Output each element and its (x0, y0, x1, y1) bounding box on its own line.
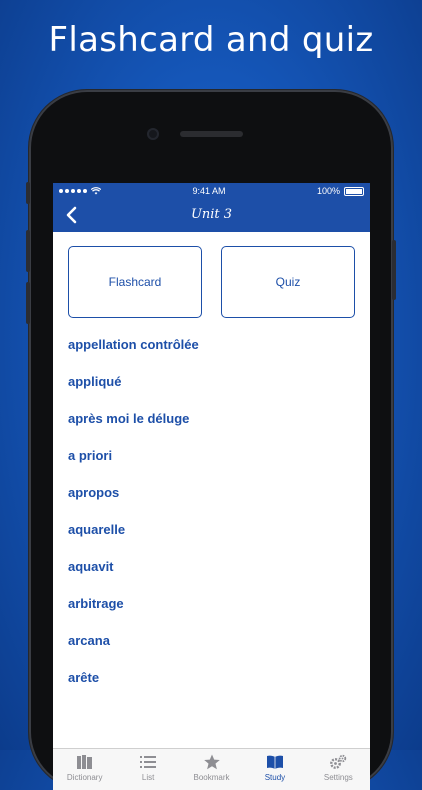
phone-power-button (392, 240, 396, 300)
tab-dictionary[interactable]: Dictionary (53, 749, 116, 790)
tab-bar: Dictionary List Bookmark Study Settings (53, 748, 370, 790)
list-item[interactable]: appellation contrôlée (53, 337, 370, 374)
list-item[interactable]: arête (53, 670, 370, 707)
word-list: appellation contrôlée appliqué après moi… (53, 337, 370, 707)
battery-percent: 100% (316, 186, 340, 196)
navigation-bar: Unit 3 (53, 199, 370, 232)
status-bar: 9:41 AM 100% (53, 183, 370, 199)
list-item[interactable]: après moi le déluge (53, 411, 370, 448)
list-item[interactable]: appliqué (53, 374, 370, 411)
star-icon (203, 754, 220, 770)
tab-label: Dictionary (66, 773, 103, 782)
earpiece-speaker (180, 131, 243, 137)
list-item[interactable]: arcana (53, 633, 370, 670)
flashcard-button[interactable]: Flashcard (68, 246, 202, 318)
tab-bookmark[interactable]: Bookmark (180, 749, 243, 790)
battery-icon (344, 186, 364, 196)
tab-label: List (141, 773, 155, 782)
list-item[interactable]: aquarelle (53, 522, 370, 559)
phone-mute-switch (26, 182, 30, 204)
list-item[interactable]: aquavit (53, 559, 370, 596)
promo-headline: Flashcard and quiz (48, 20, 374, 60)
list-icon (140, 756, 157, 768)
phone-volume-up (26, 230, 30, 272)
phone-volume-down (26, 282, 30, 324)
front-camera (147, 128, 159, 140)
list-item[interactable]: a priori (53, 448, 370, 485)
wifi-icon (91, 187, 101, 195)
tab-label: Bookmark (193, 773, 230, 782)
books-icon (76, 755, 92, 769)
tab-list[interactable]: List (116, 749, 179, 790)
nav-title: Unit 3 (190, 207, 233, 222)
tab-study[interactable]: Study (243, 749, 306, 790)
app-screen: 9:41 AM 100% Unit 3 Flashcard Quiz appel… (53, 183, 370, 790)
phone-frame: 9:41 AM 100% Unit 3 Flashcard Quiz appel… (26, 90, 396, 790)
study-mode-row: Flashcard Quiz (53, 232, 370, 318)
status-time: 9:41 AM (192, 186, 226, 196)
tab-settings[interactable]: Settings (307, 749, 370, 790)
gears-icon (330, 754, 347, 769)
list-item[interactable]: arbitrage (53, 596, 370, 633)
tab-label: Study (264, 773, 286, 782)
list-item[interactable]: apropos (53, 485, 370, 522)
signal-icon (59, 189, 87, 193)
tab-label: Settings (323, 773, 353, 782)
open-book-icon (266, 755, 283, 769)
quiz-button[interactable]: Quiz (221, 246, 355, 318)
